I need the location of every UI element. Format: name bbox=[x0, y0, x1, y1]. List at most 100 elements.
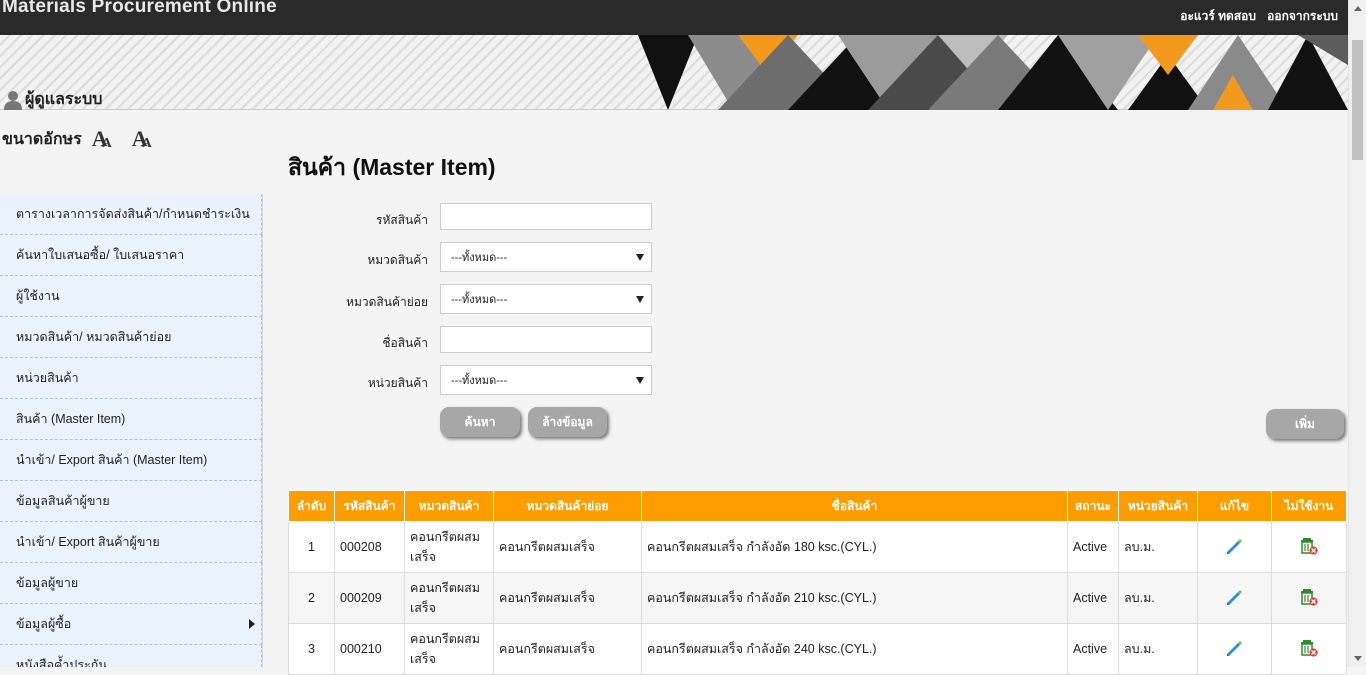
font-increase-icon-small: A bbox=[141, 136, 152, 151]
role-title-text: ผู้ดูแลระบบ bbox=[25, 91, 103, 108]
pencil-icon[interactable] bbox=[1225, 638, 1245, 658]
table-row: 2 000209 คอนกรีตผสมเสร็จ คอนกรีตผสมเสร็จ… bbox=[288, 572, 1347, 624]
subcategory-select[interactable]: ---ทั้งหมด--- bbox=[440, 284, 652, 314]
name-input[interactable] bbox=[440, 326, 652, 353]
font-size-control: ขนาดอักษร AA AA bbox=[2, 126, 152, 152]
sidebar-item-label: ผู้ใช้งาน bbox=[16, 289, 60, 303]
sidebar-item-label: ค้นหาใบเสนอซื้อ/ ใบเสนอราคา bbox=[16, 248, 185, 262]
chevron-down-icon bbox=[636, 377, 644, 384]
col-header-unit[interactable]: หน่วยสินค้า bbox=[1118, 490, 1198, 522]
sidebar-item-search-quotation[interactable]: ค้นหาใบเสนอซื้อ/ ใบเสนอราคา bbox=[0, 235, 262, 276]
page-scrollbar[interactable] bbox=[1348, 0, 1366, 667]
clear-button[interactable]: ล้างข้อมูล bbox=[528, 407, 607, 437]
pencil-icon[interactable] bbox=[1225, 587, 1245, 607]
font-decrease-button[interactable]: AA bbox=[92, 126, 112, 152]
unit-select-value: ---ทั้งหมด--- bbox=[451, 375, 508, 387]
cell-no: 1 bbox=[288, 521, 335, 573]
user-icon bbox=[4, 90, 22, 110]
master-item-table: ลำดับ รหัสสินค้า หมวดสินค้า หมวดสินค้าย่… bbox=[288, 490, 1347, 675]
sidebar-item-guarantee-letters[interactable]: หนังสือค้ำประกัน bbox=[0, 645, 262, 667]
role-title: ผู้ดูแลระบบ bbox=[4, 87, 102, 112]
subcategory-row: หมวดสินค้าย่อย ---ทั้งหมด--- bbox=[288, 284, 658, 314]
top-bar: Materials Procurement Online อะแวร์ ทดสอ… bbox=[0, 0, 1366, 35]
sidebar-item-import-master-item[interactable]: นำเข้า/ Export สินค้า (Master Item) bbox=[0, 440, 262, 481]
font-size-label: ขนาดอักษร bbox=[2, 130, 82, 148]
category-row: หมวดสินค้า ---ทั้งหมด--- bbox=[288, 242, 658, 272]
sidebar-item-vendors[interactable]: ข้อมูลผู้ขาย bbox=[0, 563, 262, 604]
col-header-disable: ไม่ใช้งาน bbox=[1271, 490, 1347, 522]
cell-status: Active bbox=[1067, 572, 1119, 624]
cell-no: 2 bbox=[288, 572, 335, 624]
table-row: 1 000208 คอนกรีตผสมเสร็จ คอนกรีตผสมเสร็จ… bbox=[288, 521, 1347, 573]
col-header-code[interactable]: รหัสสินค้า bbox=[334, 490, 405, 522]
search-button[interactable]: ค้นหา bbox=[440, 407, 520, 437]
code-input[interactable] bbox=[440, 203, 652, 230]
sidebar-item-label: ข้อมูลสินค้าผู้ขาย bbox=[16, 494, 110, 508]
cell-name: คอนกรีตผสมเสร็จ กำลังอัด 180 ksc.(CYL.) bbox=[641, 521, 1068, 573]
sidebar-item-label: สินค้า (Master Item) bbox=[16, 412, 126, 426]
cell-subcategory: คอนกรีตผสมเสร็จ bbox=[493, 572, 642, 624]
current-user-link[interactable]: อะแวร์ ทดสอบ bbox=[1180, 7, 1256, 26]
category-select[interactable]: ---ทั้งหมด--- bbox=[440, 242, 652, 272]
cell-code: 000208 bbox=[334, 521, 405, 573]
submenu-arrow-icon bbox=[249, 619, 255, 629]
subcategory-select-value: ---ทั้งหมด--- bbox=[451, 294, 508, 306]
trash-icon[interactable] bbox=[1299, 536, 1319, 556]
col-header-name[interactable]: ชื่อสินค้า bbox=[641, 490, 1068, 522]
cell-category: คอนกรีตผสมเสร็จ bbox=[404, 572, 494, 624]
sidebar-item-users[interactable]: ผู้ใช้งาน bbox=[0, 276, 262, 317]
pencil-icon[interactable] bbox=[1225, 536, 1245, 556]
add-button[interactable]: เพิ่ม bbox=[1266, 409, 1344, 439]
sidebar-item-units[interactable]: หน่วยสินค้า bbox=[0, 358, 262, 399]
trash-icon[interactable] bbox=[1299, 587, 1319, 607]
logout-link[interactable]: ออกจากระบบ bbox=[1267, 7, 1338, 26]
sidebar-item-buyers[interactable]: ข้อมูลผู้ซื้อ bbox=[0, 604, 262, 645]
font-increase-button[interactable]: AA bbox=[132, 126, 152, 152]
category-label: หมวดสินค้า bbox=[367, 253, 428, 267]
sidebar-item-master-item[interactable]: สินค้า (Master Item) bbox=[0, 399, 262, 440]
col-header-category[interactable]: หมวดสินค้า bbox=[404, 490, 494, 522]
code-row: รหัสสินค้า bbox=[288, 203, 658, 233]
sidebar-item-label: หมวดสินค้า/ หมวดสินค้าย่อย bbox=[16, 330, 172, 344]
chevron-down-icon bbox=[636, 254, 644, 261]
subcategory-label: หมวดสินค้าย่อย bbox=[346, 295, 428, 309]
scrollbar-thumb[interactable] bbox=[1352, 40, 1363, 160]
name-label: ชื่อสินค้า bbox=[382, 336, 428, 350]
col-header-no[interactable]: ลำดับ bbox=[288, 490, 335, 522]
scroll-up-icon[interactable] bbox=[1354, 6, 1362, 11]
sidebar-item-label: ข้อมูลผู้ซื้อ bbox=[16, 617, 72, 631]
cell-name: คอนกรีตผสมเสร็จ กำลังอัด 210 ksc.(CYL.) bbox=[641, 572, 1068, 624]
sidebar-item-label: ตารางเวลาการจัดส่งสินค้า/กำหนดชำระเงิน bbox=[16, 207, 250, 221]
sidebar-item-import-vendor-products[interactable]: นำเข้า/ Export สินค้าผู้ขาย bbox=[0, 522, 262, 563]
font-decrease-icon-small: A bbox=[101, 136, 112, 151]
trash-icon[interactable] bbox=[1299, 638, 1319, 658]
col-header-status[interactable]: สถานะ bbox=[1067, 490, 1119, 522]
sidebar-item-categories[interactable]: หมวดสินค้า/ หมวดสินค้าย่อย bbox=[0, 317, 262, 358]
code-label: รหัสสินค้า bbox=[376, 213, 428, 227]
page-title: สินค้า (Master Item) bbox=[288, 154, 496, 180]
app-title: Materials Procurement Online bbox=[2, 0, 277, 17]
cell-category: คอนกรีตผสมเสร็จ bbox=[404, 521, 494, 573]
col-header-subcategory[interactable]: หมวดสินค้าย่อย bbox=[493, 490, 642, 522]
sidebar-item-label: นำเข้า/ Export สินค้า (Master Item) bbox=[16, 453, 208, 467]
cell-disable bbox=[1271, 572, 1347, 624]
sidebar-item-vendor-products[interactable]: ข้อมูลสินค้าผู้ขาย bbox=[0, 481, 262, 522]
unit-select[interactable]: ---ทั้งหมด--- bbox=[440, 365, 652, 395]
sidebar-item-label: ข้อมูลผู้ขาย bbox=[16, 576, 79, 590]
category-select-value: ---ทั้งหมด--- bbox=[451, 252, 508, 264]
cell-subcategory: คอนกรีตผสมเสร็จ bbox=[493, 521, 642, 573]
cell-unit: ลบ.ม. bbox=[1118, 521, 1198, 573]
name-row: ชื่อสินค้า bbox=[288, 326, 658, 356]
sidebar-menu: ตารางเวลาการจัดส่งสินค้า/กำหนดชำระเงิน ค… bbox=[0, 194, 263, 667]
chevron-down-icon bbox=[636, 296, 644, 303]
scroll-down-icon[interactable] bbox=[1354, 656, 1362, 661]
unit-label: หน่วยสินค้า bbox=[367, 376, 428, 390]
cell-status: Active bbox=[1067, 521, 1119, 573]
cell-unit: ลบ.ม. bbox=[1118, 572, 1198, 624]
sidebar-item-label: นำเข้า/ Export สินค้าผู้ขาย bbox=[16, 535, 160, 549]
sidebar-item-delivery-schedule[interactable]: ตารางเวลาการจัดส่งสินค้า/กำหนดชำระเงิน bbox=[0, 194, 262, 235]
header-banner bbox=[0, 35, 1348, 110]
cell-code: 000209 bbox=[334, 572, 405, 624]
unit-row: หน่วยสินค้า ---ทั้งหมด--- bbox=[288, 365, 658, 395]
table-header-row: ลำดับ รหัสสินค้า หมวดสินค้า หมวดสินค้าย่… bbox=[288, 490, 1347, 522]
